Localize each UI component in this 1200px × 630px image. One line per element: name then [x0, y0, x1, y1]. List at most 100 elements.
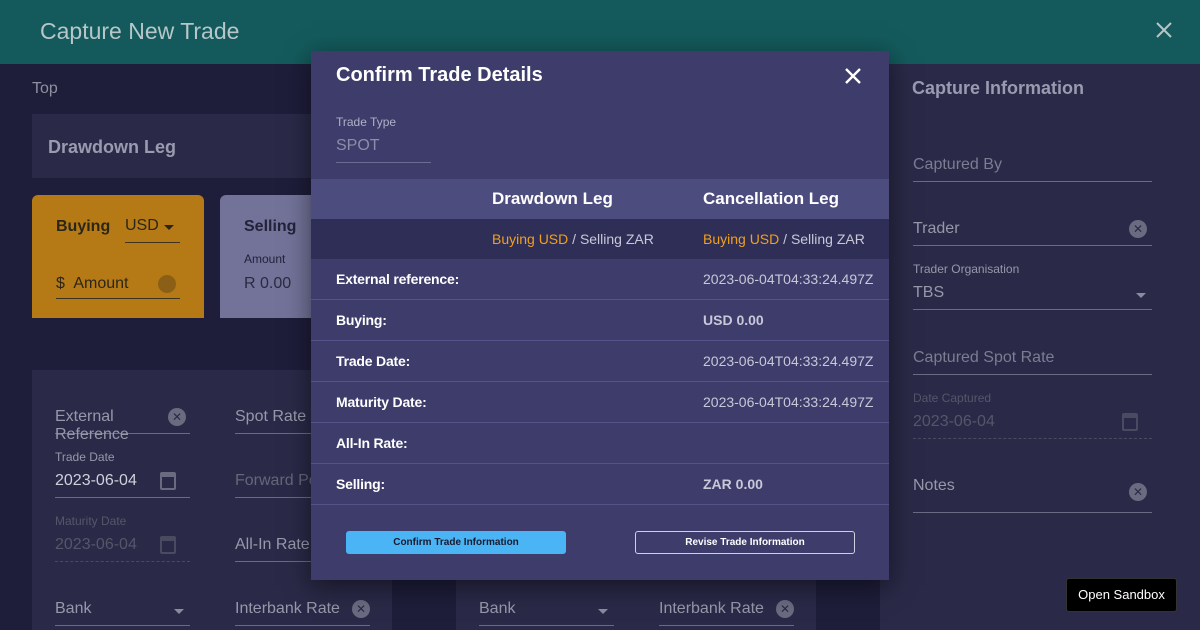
calendar-icon [160, 536, 176, 554]
trade-type-value: SPOT [336, 137, 380, 154]
detail-row-all-in-rate: All-In Rate: [311, 423, 889, 464]
captured-by-field[interactable]: Captured By [913, 156, 1152, 182]
detail-row-maturity-date: Maturity Date: 2023-06-04T04:33:24.497Z [311, 382, 889, 423]
captured-spot-rate-placeholder: Captured Spot Rate [913, 349, 1055, 366]
captured-by-placeholder: Captured By [913, 156, 1002, 173]
interbank-rate-field-cancellation[interactable]: Interbank Rate ✕ [659, 600, 794, 626]
trade-type-label: Trade Type [336, 115, 397, 129]
drawdown-leg-title: Drawdown Leg [48, 137, 177, 157]
maturity-date-value: 2023-06-04 [55, 536, 137, 553]
notes-placeholder: Notes [913, 477, 955, 494]
detail-key: External reference: [336, 271, 460, 287]
confirm-trade-dialog: Confirm Trade Details Trade Type SPOT Dr… [311, 51, 889, 580]
external-reference-placeholder: External Reference [55, 408, 129, 443]
bank-select-cancellation[interactable]: Bank [479, 600, 614, 626]
captured-spot-rate-field[interactable]: Captured Spot Rate [913, 349, 1152, 375]
spot-rate-placeholder: Spot Rate [235, 408, 307, 425]
capture-information-panel [880, 64, 1200, 630]
buy-amount-input[interactable]: $ Amount [56, 275, 180, 299]
bank-placeholder: Bank [479, 600, 516, 617]
bank-placeholder: Bank [55, 600, 92, 617]
maturity-date-field: 2023-06-04 [55, 536, 190, 562]
buying-label: Buying [56, 218, 111, 235]
date-captured-field: 2023-06-04 [913, 413, 1152, 439]
date-captured-label: Date Captured [913, 391, 992, 405]
trader-placeholder: Trader [913, 220, 960, 237]
sell-amount-input[interactable]: R 0.00 [244, 275, 291, 293]
forward-points-placeholder: Forward Po [235, 472, 318, 489]
legs-summary-row: Buying USD / Selling ZAR Buying USD / Se… [311, 219, 889, 259]
calendar-icon [1122, 413, 1138, 431]
interbank-rate-placeholder: Interbank Rate [235, 600, 340, 617]
top-link[interactable]: Top [32, 80, 58, 98]
chevron-down-icon [174, 609, 184, 614]
detail-value: 2023-06-04T04:33:24.497Z [703, 271, 874, 287]
separator: / [568, 231, 580, 247]
sell-amount-value: 0.00 [260, 275, 292, 292]
legs-header-row: Drawdown Leg Cancellation Leg [311, 179, 889, 219]
notes-field[interactable]: Notes ✕ [913, 477, 1152, 513]
cancellation-leg-heading: Cancellation Leg [703, 189, 840, 208]
sell-amount-label: Amount [244, 252, 286, 266]
detail-key: Maturity Date: [336, 394, 427, 410]
trade-type-field: SPOT [336, 137, 431, 163]
trader-field[interactable]: Trader ✕ [913, 220, 1152, 246]
bank-select[interactable]: Bank [55, 600, 190, 626]
interbank-rate-field[interactable]: Interbank Rate ✕ [235, 600, 370, 626]
close-icon[interactable] [843, 66, 863, 86]
detail-row-trade-date: Trade Date: 2023-06-04T04:33:24.497Z [311, 341, 889, 382]
currency-prefix: $ [56, 275, 65, 292]
maturity-date-label: Maturity Date [55, 514, 127, 528]
calendar-icon[interactable] [160, 472, 176, 490]
buy-currency-select[interactable]: USD [125, 217, 180, 243]
chevron-down-icon [598, 609, 608, 614]
page-title: Capture New Trade [40, 18, 240, 44]
detail-value: USD 0.00 [703, 312, 764, 328]
date-captured-value: 2023-06-04 [913, 413, 995, 430]
clear-icon[interactable]: ✕ [352, 600, 370, 618]
detail-key: All-In Rate: [336, 435, 408, 451]
currency-prefix: R [244, 275, 256, 292]
drawdown-buying: Buying USD [492, 231, 569, 247]
separator: / [779, 231, 791, 247]
clear-icon[interactable]: ✕ [168, 408, 186, 426]
close-icon[interactable] [1152, 18, 1176, 42]
chevron-down-icon [164, 225, 174, 230]
confirm-trade-button[interactable]: Confirm Trade Information [346, 531, 566, 554]
detail-key: Trade Date: [336, 353, 411, 369]
all-in-rate-placeholder: All-In Rate [235, 536, 310, 553]
trade-date-field[interactable]: 2023-06-04 [55, 472, 190, 498]
dialog-title: Confirm Trade Details [336, 64, 543, 86]
buy-currency-value: USD [125, 217, 159, 234]
cancellation-leg-summary: Buying USD / Selling ZAR [703, 231, 865, 247]
detail-value: ZAR 0.00 [703, 476, 763, 492]
drawdown-selling: Selling ZAR [579, 231, 654, 247]
trader-organisation-label: Trader Organisation [913, 262, 1020, 276]
capture-information-title: Capture Information [912, 78, 1085, 98]
amount-placeholder: Amount [73, 275, 129, 292]
chevron-down-icon [1136, 293, 1146, 298]
selling-label: Selling [244, 218, 297, 235]
detail-row-buying: Buying: USD 0.00 [311, 300, 889, 341]
clear-icon[interactable]: ✕ [1129, 483, 1147, 501]
clear-icon[interactable]: ✕ [776, 600, 794, 618]
clear-icon[interactable]: ✕ [1129, 220, 1147, 238]
interbank-rate-placeholder: Interbank Rate [659, 600, 764, 617]
trader-organisation-value: TBS [913, 284, 945, 301]
drawdown-leg-summary: Buying USD / Selling ZAR [492, 231, 654, 247]
detail-key: Buying: [336, 312, 387, 328]
open-sandbox-button[interactable]: Open Sandbox [1066, 578, 1177, 612]
detail-row-external-reference: External reference: 2023-06-04T04:33:24.… [311, 259, 889, 300]
cancellation-buying: Buying USD [703, 231, 780, 247]
trader-organisation-select[interactable]: TBS [913, 284, 1152, 310]
external-reference-field[interactable]: External Reference ✕ [55, 408, 190, 443]
detail-value: 2023-06-04T04:33:24.497Z [703, 353, 874, 369]
revise-trade-button[interactable]: Revise Trade Information [635, 531, 855, 554]
detail-value: 2023-06-04T04:33:24.497Z [703, 394, 874, 410]
cancellation-selling: Selling ZAR [790, 231, 865, 247]
trade-date-label: Trade Date [55, 450, 115, 464]
detail-row-selling: Selling: ZAR 0.00 [311, 464, 889, 505]
buying-card: Buying USD $ Amount [32, 195, 204, 318]
clear-icon[interactable] [158, 275, 176, 293]
drawdown-leg-heading: Drawdown Leg [492, 189, 613, 208]
